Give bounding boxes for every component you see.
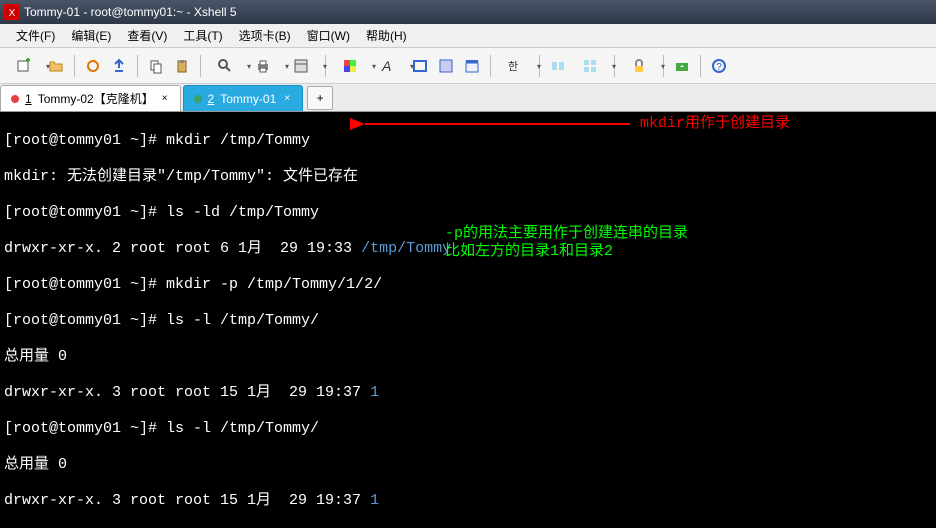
xftp-button[interactable] bbox=[670, 54, 694, 78]
menubar: 文件(F) 编辑(E) 查看(V) 工具(T) 选项卡(B) 窗口(W) 帮助(… bbox=[0, 24, 936, 48]
toolbar-separator bbox=[200, 55, 201, 77]
transparent-button[interactable] bbox=[434, 54, 458, 78]
menu-tools[interactable]: 工具(T) bbox=[175, 25, 230, 46]
menu-window[interactable]: 窗口(W) bbox=[299, 25, 358, 46]
window-title: Tommy-01 - root@tommy01:~ - Xshell 5 bbox=[24, 5, 237, 19]
tab-close-icon[interactable]: × bbox=[282, 93, 292, 104]
command-text: mkdir /tmp/Tommy bbox=[166, 132, 310, 149]
find-button[interactable] bbox=[207, 54, 243, 78]
font-button[interactable]: A bbox=[370, 54, 406, 78]
reconnect-button[interactable] bbox=[81, 54, 105, 78]
command-text: ls -ld /tmp/Tommy bbox=[166, 204, 319, 221]
output-text: drwxr-xr-x. 2 root root 6 1月 29 19:33 bbox=[4, 240, 361, 257]
output-text: 总用量 0 bbox=[4, 456, 67, 473]
lock-button[interactable] bbox=[621, 54, 657, 78]
prompt: [root@tommy01 ~]# bbox=[4, 204, 166, 221]
arrow-annotation bbox=[350, 114, 640, 134]
menu-help[interactable]: 帮助(H) bbox=[358, 25, 415, 46]
toolbar: A 한 ? bbox=[0, 48, 936, 84]
prompt: [root@tommy01 ~]# bbox=[4, 132, 166, 149]
new-session-button[interactable] bbox=[6, 54, 42, 78]
properties-button[interactable] bbox=[283, 54, 319, 78]
svg-text:A: A bbox=[381, 58, 391, 74]
tab-tommy01[interactable]: 2 Tommy-01 × bbox=[183, 85, 304, 111]
menu-edit[interactable]: 编辑(E) bbox=[63, 25, 119, 46]
menu-file[interactable]: 文件(F) bbox=[8, 25, 63, 46]
output-text: 总用量 0 bbox=[4, 348, 67, 365]
fullscreen-button[interactable] bbox=[408, 54, 432, 78]
horizontal-scroll-button[interactable] bbox=[546, 54, 570, 78]
tabbar: 1 Tommy-02【克隆机】 × 2 Tommy-01 × + bbox=[0, 84, 936, 112]
toolbar-separator bbox=[137, 55, 138, 77]
tab-close-icon[interactable]: × bbox=[160, 93, 170, 104]
app-icon: X bbox=[4, 4, 20, 20]
prompt: [root@tommy01 ~]# bbox=[4, 276, 166, 293]
annotation-p-flag-2: 比如左方的目录1和目录2 bbox=[445, 243, 613, 261]
tab-number: 2 bbox=[208, 92, 215, 106]
tab-label: Tommy-01 bbox=[220, 92, 276, 106]
window-titlebar: X Tommy-01 - root@tommy01:~ - Xshell 5 bbox=[0, 0, 936, 24]
command-text: ls -l /tmp/Tommy/ bbox=[166, 312, 319, 329]
output-text: mkdir: 无法创建目录"/tmp/Tommy": 文件已存在 bbox=[4, 168, 358, 185]
svg-text:한: 한 bbox=[508, 60, 518, 73]
encoding-button[interactable]: 한 bbox=[497, 54, 533, 78]
toolbar-separator bbox=[74, 55, 75, 77]
toolbar-separator bbox=[490, 55, 491, 77]
tab-number: 1 bbox=[25, 92, 32, 106]
prompt: [root@tommy01 ~]# bbox=[4, 420, 166, 437]
dir-text: 1 bbox=[370, 384, 379, 401]
toolbar-separator bbox=[700, 55, 701, 77]
disconnect-button[interactable] bbox=[107, 54, 131, 78]
tab-tommy02[interactable]: 1 Tommy-02【克隆机】 × bbox=[0, 85, 181, 111]
annotation-mkdir: mkdir用作于创建目录 bbox=[640, 115, 790, 133]
always-top-button[interactable] bbox=[460, 54, 484, 78]
tab-add-button[interactable]: + bbox=[307, 86, 333, 110]
command-text: ls -l /tmp/Tommy/ bbox=[166, 420, 319, 437]
status-dot-connected bbox=[194, 95, 202, 103]
dir-text: 1 bbox=[370, 492, 379, 509]
open-button[interactable] bbox=[44, 54, 68, 78]
path-text: /tmp/Tommy bbox=[361, 240, 451, 257]
output-text: drwxr-xr-x. 3 root root 15 1月 29 19:37 bbox=[4, 492, 370, 509]
menu-tab[interactable]: 选项卡(B) bbox=[231, 25, 299, 46]
menu-view[interactable]: 查看(V) bbox=[119, 25, 175, 46]
paste-button[interactable] bbox=[170, 54, 194, 78]
copy-button[interactable] bbox=[144, 54, 168, 78]
annotation-p-flag-1: -p的用法主要用作于创建连串的目录 bbox=[445, 225, 688, 243]
output-text: drwxr-xr-x. 3 root root 15 1月 29 19:37 bbox=[4, 384, 370, 401]
command-text: mkdir -p /tmp/Tommy/1/2/ bbox=[166, 276, 382, 293]
tab-label: Tommy-02【克隆机】 bbox=[38, 90, 154, 107]
help-button[interactable]: ? bbox=[707, 54, 731, 78]
svg-text:X: X bbox=[9, 8, 16, 19]
color-scheme-button[interactable] bbox=[332, 54, 368, 78]
prompt: [root@tommy01 ~]# bbox=[4, 312, 166, 329]
terminal[interactable]: [root@tommy01 ~]# mkdir /tmp/Tommy mkdir… bbox=[0, 112, 936, 528]
print-button[interactable] bbox=[245, 54, 281, 78]
tile-button[interactable] bbox=[572, 54, 608, 78]
svg-text:?: ? bbox=[716, 62, 722, 73]
status-dot-disconnected bbox=[11, 95, 19, 103]
